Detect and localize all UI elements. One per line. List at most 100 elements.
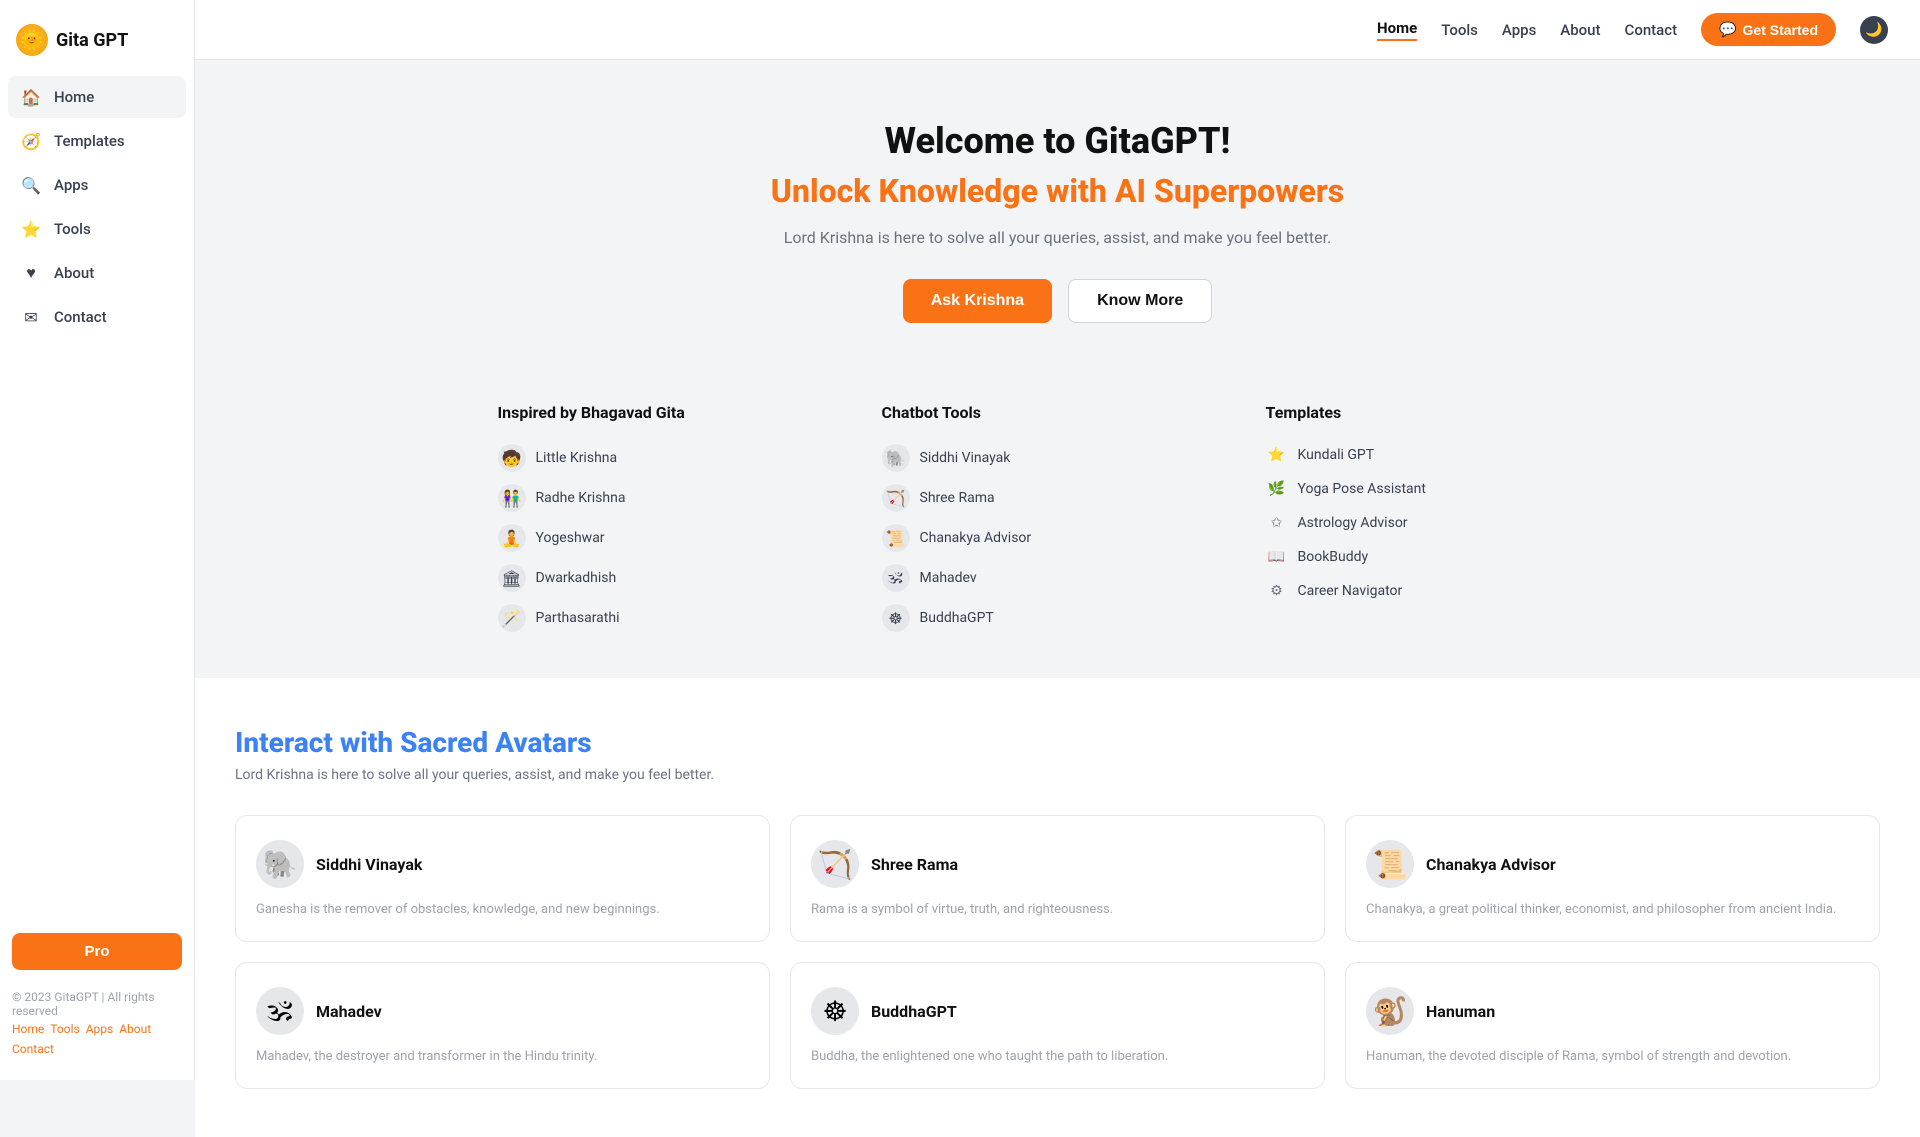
sidebar-item-tools[interactable]: ⭐ Tools	[8, 208, 186, 250]
sidebar-item-contact[interactable]: ✉Contact	[8, 296, 186, 338]
sidebar-item-label: Templates	[54, 132, 125, 150]
item-label: Parthasarathi	[536, 610, 620, 626]
hero-subtitle: Unlock Knowledge with AI Superpowers	[227, 172, 1888, 210]
topnav-link-contact[interactable]: Contact	[1625, 21, 1678, 39]
hero-desc: Lord Krishna is here to solve all your q…	[758, 228, 1358, 247]
sacred-title-prefix: Interact with	[235, 726, 400, 759]
home-icon: 🏠	[20, 86, 42, 108]
list-item[interactable]: 📖BookBuddy	[1266, 540, 1618, 574]
sacred-desc: Lord Krishna is here to solve all your q…	[235, 767, 1880, 783]
avatar-card-desc: Mahadev, the destroyer and transformer i…	[256, 1049, 749, 1064]
template-icon: ⚙	[1266, 580, 1288, 602]
avatar-card[interactable]: 🕉 Mahadev Mahadev, the destroyer and tra…	[235, 962, 770, 1089]
sidebar-item-label: Apps	[54, 176, 88, 194]
list-item[interactable]: ✩Astrology Advisor	[1266, 506, 1618, 540]
avatar-card-img: 🏹	[811, 840, 859, 888]
avatar-icon: 🧒	[498, 444, 526, 472]
topnav-link-tools[interactable]: Tools	[1441, 21, 1478, 39]
avatar-card-img: 🐘	[256, 840, 304, 888]
get-started-button[interactable]: 💬 Get Started	[1701, 13, 1836, 46]
avatar-card[interactable]: 🐘 Siddhi Vinayak Ganesha is the remover …	[235, 815, 770, 942]
avatar-icon: 👫	[498, 484, 526, 512]
get-started-icon: 💬	[1719, 21, 1736, 38]
col3-items: ⭐ Kundali GPT 🌿Yoga Pose Assistant✩Astrolo…	[1266, 438, 1618, 608]
sacred-title-highlight: Sacred Avatars	[400, 726, 592, 759]
sacred-title: Interact with Sacred Avatars	[235, 726, 1880, 759]
list-item[interactable]: 🏛 Dwarkadhish	[498, 558, 850, 598]
list-item[interactable]: 🐘Siddhi Vinayak	[882, 438, 1234, 478]
item-label: Radhe Krishna	[536, 490, 626, 506]
list-item[interactable]: ⚙ Career Navigator	[1266, 574, 1618, 608]
item-label: Yogeshwar	[536, 530, 605, 546]
avatar-card-name: Chanakya Advisor	[1426, 855, 1556, 874]
footer-copyright: © 2023 GitaGPT | All rights reserved	[12, 990, 182, 1018]
sidebar-item-label: Tools	[54, 220, 91, 238]
sidebar-item-home[interactable]: 🏠Home	[8, 76, 186, 118]
avatar-icon: 🐘	[882, 444, 910, 472]
avatar-card-header: 🐒 Hanuman	[1366, 987, 1859, 1035]
item-label: Dwarkadhish	[536, 570, 617, 586]
list-item[interactable]: 🧘Yogeshwar	[498, 518, 850, 558]
avatar-card-img: 🕉	[256, 987, 304, 1035]
links-col-gita-title: Inspired by Bhagavad Gita	[498, 403, 850, 422]
hero-title: Welcome to GitaGPT!	[227, 120, 1888, 162]
links-section: Inspired by Bhagavad Gita 🧒 Little Krishn…	[458, 363, 1658, 678]
avatar-grid: 🐘 Siddhi Vinayak Ganesha is the remover …	[235, 815, 1880, 1089]
get-started-label: Get Started	[1743, 22, 1818, 38]
list-item[interactable]: 🪄Parthasarathi	[498, 598, 850, 638]
template-icon: ⭐	[1266, 444, 1288, 466]
top-navbar: HomeToolsAppsAboutContact 💬 Get Started …	[195, 0, 1920, 60]
sidebar-item-templates[interactable]: 🧭Templates	[8, 120, 186, 162]
avatar-card[interactable]: 🏹 Shree Rama Rama is a symbol of virtue,…	[790, 815, 1325, 942]
sidebar-logo[interactable]: 🌞 Gita GPT	[0, 16, 194, 76]
list-item[interactable]: ☸BuddhaGPT	[882, 598, 1234, 638]
avatar-icon: 📜	[882, 524, 910, 552]
list-item[interactable]: 👫 Radhe Krishna	[498, 478, 850, 518]
list-item[interactable]: 🕉Mahadev	[882, 558, 1234, 598]
footer-link-about[interactable]: About	[119, 1022, 151, 1036]
list-item[interactable]: 🧒 Little Krishna	[498, 438, 850, 478]
item-label: Little Krishna	[536, 450, 618, 466]
avatar-card-img: 🐒	[1366, 987, 1414, 1035]
avatar-card-header: 🏹 Shree Rama	[811, 840, 1304, 888]
links-outer: Inspired by Bhagavad Gita 🧒 Little Krishn…	[195, 363, 1920, 678]
know-more-button[interactable]: Know More	[1068, 279, 1212, 323]
list-item[interactable]: ⭐ Kundali GPT	[1266, 438, 1618, 472]
apps-icon: 🔍	[20, 174, 42, 196]
list-item[interactable]: 🏹Shree Rama	[882, 478, 1234, 518]
topnav-link-about[interactable]: About	[1560, 21, 1600, 39]
avatar-card-desc: Hanuman, the devoted disciple of Rama, s…	[1366, 1049, 1859, 1064]
ask-krishna-button[interactable]: Ask Krishna	[903, 279, 1052, 323]
avatar-card[interactable]: ☸ BuddhaGPT Buddha, the enlightened one …	[790, 962, 1325, 1089]
sidebar-item-label: About	[54, 264, 94, 282]
footer-link-tools[interactable]: Tools	[50, 1022, 79, 1036]
item-label: Career Navigator	[1298, 583, 1403, 599]
list-item[interactable]: 📜 Chanakya Advisor	[882, 518, 1234, 558]
footer-link-apps[interactable]: Apps	[86, 1022, 114, 1036]
item-label: BookBuddy	[1298, 549, 1369, 565]
item-label: Kundali GPT	[1298, 447, 1375, 463]
list-item[interactable]: 🌿Yoga Pose Assistant	[1266, 472, 1618, 506]
tools-icon: ⭐	[20, 218, 42, 240]
avatar-card[interactable]: 📜 Chanakya Advisor Chanakya, a great pol…	[1345, 815, 1880, 942]
item-label: Chanakya Advisor	[920, 530, 1032, 546]
pro-button[interactable]: Pro	[12, 933, 182, 970]
topnav-link-apps[interactable]: Apps	[1502, 21, 1536, 39]
hero-buttons: Ask Krishna Know More	[227, 279, 1888, 323]
links-col-chatbot: Chatbot Tools 🐘Siddhi Vinayak🏹Shree Rama…	[882, 403, 1234, 638]
main-content: HomeToolsAppsAboutContact 💬 Get Started …	[195, 0, 1920, 1137]
avatar-card-header: ☸ BuddhaGPT	[811, 987, 1304, 1035]
avatar-card[interactable]: 🐒 Hanuman Hanuman, the devoted disciple …	[1345, 962, 1880, 1089]
avatar-card-img: 📜	[1366, 840, 1414, 888]
footer-link-home[interactable]: Home	[12, 1022, 44, 1036]
links-col-chatbot-title: Chatbot Tools	[882, 403, 1234, 422]
topnav-link-home[interactable]: Home	[1377, 19, 1417, 41]
sidebar-item-about[interactable]: ♥About	[8, 252, 186, 294]
sidebar-item-apps[interactable]: 🔍 Apps	[8, 164, 186, 206]
avatar-icon: 🏛	[498, 564, 526, 592]
item-label: Yoga Pose Assistant	[1298, 481, 1426, 497]
footer-link-contact[interactable]: Contact	[12, 1042, 54, 1056]
avatar-card-desc: Buddha, the enlightened one who taught t…	[811, 1049, 1304, 1064]
dark-mode-toggle[interactable]: 🌙	[1860, 16, 1888, 44]
footer-links: Home Tools Apps About Contact	[12, 1022, 182, 1056]
